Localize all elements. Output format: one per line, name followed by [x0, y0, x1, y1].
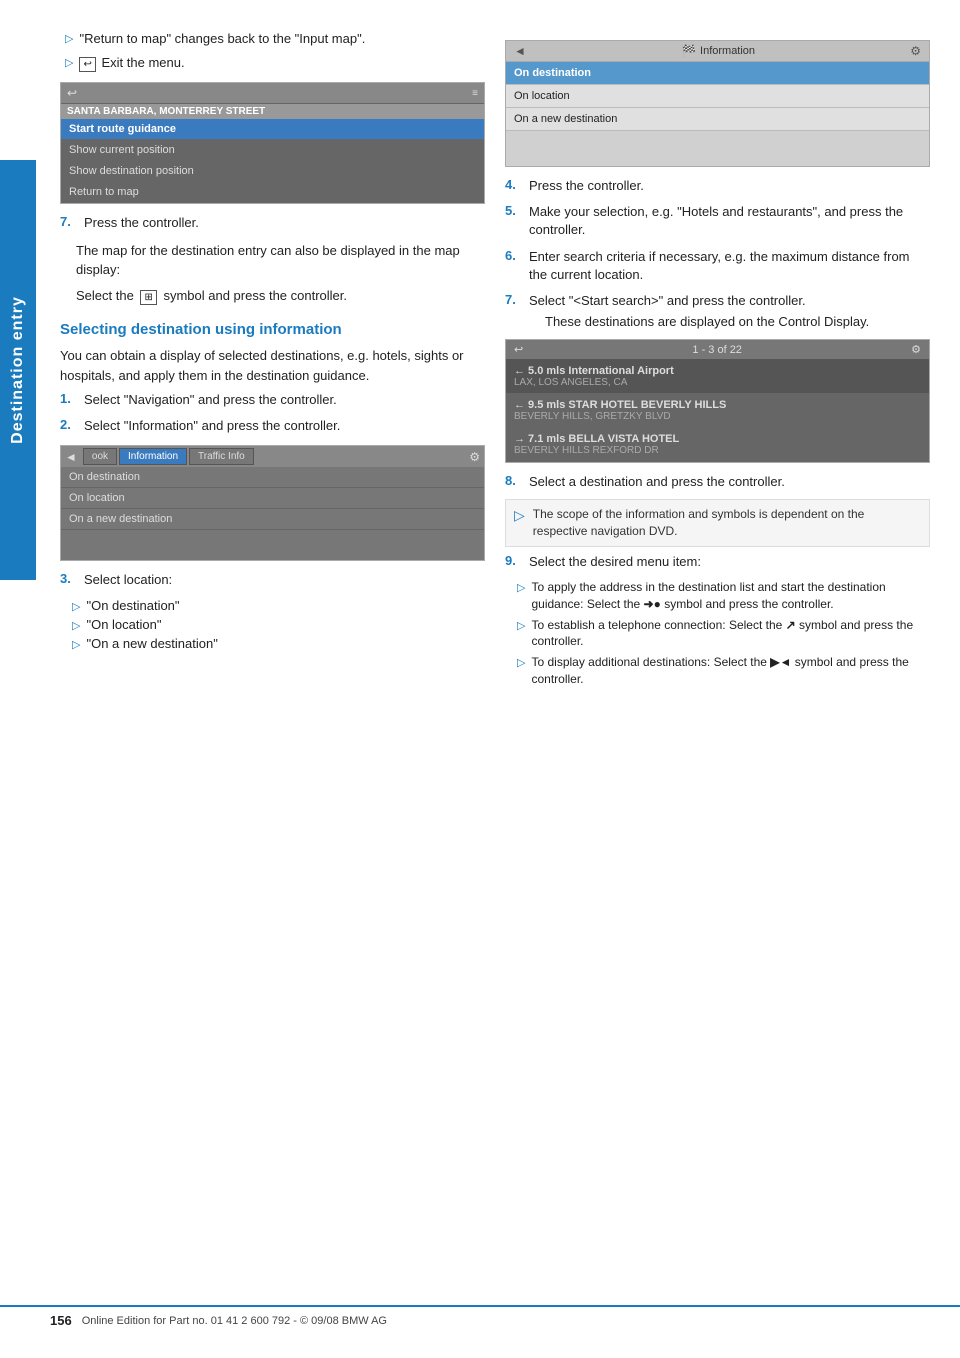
sub9-arrow-icon: ▷	[517, 656, 525, 669]
right-column: ◄ 🏁 Information ⚙ On destinationOn locat…	[505, 30, 930, 692]
info-back-icon: ◄	[514, 44, 526, 58]
info-settings-icon: ⚙	[910, 44, 921, 58]
screen2-menu-item: On location	[61, 488, 484, 509]
result-item: → 7.1 mls BELLA VISTA HOTELBEVERLY HILLS…	[506, 428, 929, 462]
step3-left: 3. Select location:	[60, 571, 485, 589]
results-list: ← 5.0 mls International AirportLAX, LOS …	[506, 360, 929, 462]
info-icon: 🏁	[681, 44, 696, 58]
results-screen-4: ↩ 1 - 3 of 22 ⚙ ← 5.0 mls International …	[505, 339, 930, 463]
step7-para1: The map for the destination entry can al…	[76, 241, 485, 280]
sidebar-label: Destination entry	[0, 160, 36, 580]
bullet-exit-menu: ▷ ↩ Exit the menu.	[60, 54, 485, 72]
screen2-settings-icon: ⚙	[469, 450, 480, 464]
info-title-text: 🏁 Information	[681, 44, 755, 58]
screen1-back-icon: ↩	[67, 86, 77, 100]
step2-left: 2. Select "Information" and press the co…	[60, 417, 485, 435]
sub9-arrow-icon: ▷	[517, 619, 525, 632]
sub9-item: ▷To display additional destinations: Sel…	[517, 654, 930, 688]
result-item: ← 9.5 mls STAR HOTEL BEVERLY HILLSBEVERL…	[506, 394, 929, 428]
screen2-tabs: ◄ ook Information Traffic Info ⚙	[61, 446, 484, 467]
screen2-menu-item: On destination	[61, 467, 484, 488]
screen1-menu-item: Return to map	[61, 182, 484, 203]
screen3-menu-item: On destination	[506, 62, 929, 85]
screen1-menu-item: Show current position	[61, 140, 484, 161]
results-back-icon: ↩	[514, 343, 523, 356]
screen2-menu: On destinationOn locationOn a new destin…	[61, 467, 484, 530]
sub9-arrow-icon: ▷	[517, 581, 525, 594]
step7-left: 7. Press the controller.	[60, 214, 485, 232]
sub9-item: ▷To establish a telephone connection: Se…	[517, 617, 930, 651]
sub-item: ▷"On location"	[72, 617, 485, 632]
tab-information: Information	[119, 448, 187, 465]
screen1-topbar: ↩ ≡	[61, 83, 484, 104]
screen1-address: SANTA BARBARA, MONTERREY STREET	[61, 104, 484, 119]
grid-icon: ⊞	[140, 290, 156, 305]
screen2-back-icon: ◄	[65, 450, 77, 464]
screen3-menu: On destinationOn locationOn a new destin…	[506, 62, 929, 131]
intro-para: You can obtain a display of selected des…	[60, 346, 485, 385]
step7-right-sub: These destinations are displayed on the …	[545, 314, 869, 329]
sub-arrow-icon: ▷	[72, 619, 80, 632]
screen3-menu-item: On location	[506, 85, 929, 108]
step8-right: 8. Select a destination and press the co…	[505, 473, 930, 491]
note-box: ▷ The scope of the information and symbo…	[505, 499, 930, 547]
exit-icon: ↩	[79, 57, 95, 72]
sub-item: ▷"On a new destination"	[72, 636, 485, 651]
sub9-items-list: ▷To apply the address in the destination…	[505, 579, 930, 688]
page-footer: 156 Online Edition for Part no. 01 41 2 …	[0, 1305, 960, 1328]
info-screen-3: ◄ 🏁 Information ⚙ On destinationOn locat…	[505, 40, 930, 167]
results-title: 1 - 3 of 22	[692, 344, 742, 356]
page-number: 156	[50, 1313, 72, 1328]
tab-ook: ook	[83, 448, 117, 465]
step7-right-content: Select "<Start search>" and press the co…	[529, 292, 869, 329]
screen3-menu-item: On a new destination	[506, 108, 929, 131]
results-title-bar: ↩ 1 - 3 of 22 ⚙	[506, 340, 929, 360]
arrow-icon-2: ▷	[65, 56, 73, 69]
nav-screen-1: ↩ ≡ SANTA BARBARA, MONTERREY STREET Star…	[60, 82, 485, 204]
sub9-item: ▷To apply the address in the destination…	[517, 579, 930, 613]
info-title-bar: ◄ 🏁 Information ⚙	[506, 41, 929, 62]
screen1-menu-item: Start route guidance	[61, 119, 484, 140]
step6-right: 6. Enter search criteria if necessary, e…	[505, 248, 930, 284]
sub-arrow-icon: ▷	[72, 600, 80, 613]
screen1-menu-item: Show destination position	[61, 161, 484, 182]
step9-right: 9. Select the desired menu item:	[505, 553, 930, 571]
step7-right: 7. Select "<Start search>" and press the…	[505, 292, 930, 329]
screen1-menu: Start route guidanceShow current positio…	[61, 119, 484, 203]
footer-text: Online Edition for Part no. 01 41 2 600 …	[82, 1315, 387, 1327]
section-heading-selecting-destination: Selecting destination using information	[60, 321, 485, 338]
sub-items-list: ▷"On destination" ▷"On location" ▷"On a ne…	[60, 598, 485, 651]
result-item: ← 5.0 mls International AirportLAX, LOS …	[506, 360, 929, 394]
step4-right: 4. Press the controller.	[505, 177, 930, 195]
screen2-body	[61, 530, 484, 560]
bullet-return-to-map: ▷ "Return to map" changes back to the "I…	[60, 30, 485, 48]
nav-screen-2: ◄ ook Information Traffic Info ⚙ On dest…	[60, 445, 485, 561]
step1-left: 1. Select "Navigation" and press the con…	[60, 391, 485, 409]
arrow-icon-1: ▷	[65, 32, 73, 45]
step5-right: 5. Make your selection, e.g. "Hotels and…	[505, 203, 930, 239]
results-settings-icon: ⚙	[911, 343, 921, 356]
note-triangle-icon: ▷	[514, 507, 525, 524]
left-column: ▷ "Return to map" changes back to the "I…	[60, 30, 485, 692]
sub-arrow-icon: ▷	[72, 638, 80, 651]
screen1-nav-icon: ≡	[472, 88, 478, 99]
step7-para2: Select the ⊞ symbol and press the contro…	[76, 286, 485, 306]
tab-traffic-info: Traffic Info	[189, 448, 254, 465]
sub-item: ▷"On destination"	[72, 598, 485, 613]
screen3-body	[506, 131, 929, 166]
screen2-menu-item: On a new destination	[61, 509, 484, 530]
